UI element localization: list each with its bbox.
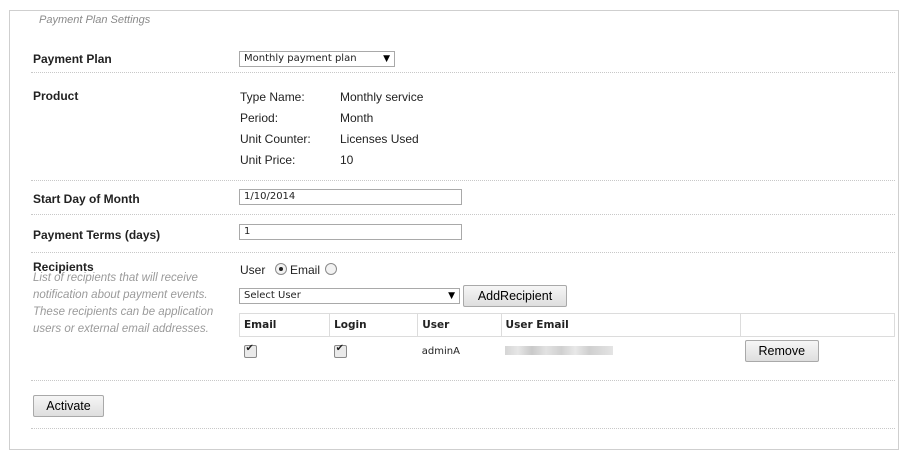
start-day-row: Start Day of Month 1/10/2014	[31, 180, 895, 215]
product-row: Product Type Name: Monthly service Perio…	[31, 82, 895, 181]
payment-plan-row: Payment Plan Monthly payment plan ▼	[31, 42, 895, 73]
col-actions-header	[740, 313, 895, 337]
product-unit-counter-key: Unit Counter:	[240, 132, 311, 146]
table-row: adminA Remove	[240, 337, 895, 366]
recipients-row: Recipients List of recipients that will …	[31, 252, 895, 381]
radio-email-label: Email	[290, 263, 321, 277]
add-recipient-button[interactable]: AddRecipient	[463, 285, 567, 307]
product-period-key: Period:	[240, 111, 279, 125]
table-header-row: Email Login User User Email	[238, 313, 895, 337]
recipients-table: Email Login User User Email adminA Remov…	[238, 313, 895, 366]
login-checkbox[interactable]	[333, 343, 347, 358]
product-type-name-key: Type Name:	[240, 90, 305, 104]
product-type-name-value: Monthly service	[340, 90, 424, 104]
email-checkbox[interactable]	[243, 343, 257, 358]
user-cell: adminA	[421, 345, 460, 357]
activate-row: Activate	[31, 380, 895, 429]
recipients-description: List of recipients that will receive not…	[33, 272, 214, 335]
product-period-value: Month	[340, 111, 374, 125]
email-checkbox-cell	[240, 337, 330, 366]
login-checkbox-cell	[330, 337, 418, 366]
remove-button[interactable]: Remove	[744, 340, 819, 362]
product-label: Product	[33, 89, 79, 103]
redacted-email	[505, 346, 614, 355]
product-unit-price-key: Unit Price:	[240, 153, 296, 167]
payment-plan-selected: Monthly payment plan	[244, 53, 357, 64]
col-user-email-header: User Email	[500, 313, 742, 337]
user-email-cell	[501, 337, 741, 366]
radio-email[interactable]	[325, 263, 337, 275]
payment-plan-select[interactable]: Monthly payment plan ▼	[239, 51, 395, 67]
payment-terms-label: Payment Terms (days)	[33, 228, 161, 242]
remove-cell: Remove	[741, 337, 895, 366]
select-user-dropdown[interactable]: Select User ▼	[239, 288, 460, 304]
payment-terms-row: Payment Terms (days) 1	[31, 214, 895, 253]
radio-user-label: User	[240, 263, 266, 277]
activate-button[interactable]: Activate	[33, 395, 104, 417]
payment-terms-input[interactable]: 1	[239, 224, 462, 240]
payment-plan-label: Payment Plan	[33, 52, 112, 66]
fieldset-legend: Payment Plan Settings	[36, 14, 154, 26]
col-user-header: User	[417, 313, 502, 337]
radio-user[interactable]	[275, 263, 287, 275]
chevron-down-icon: ▼	[383, 54, 390, 64]
product-unit-counter-value: Licenses Used	[340, 132, 419, 146]
col-login-header: Login	[329, 313, 419, 337]
col-email-header: Email	[238, 313, 331, 337]
chevron-down-icon: ▼	[448, 291, 455, 301]
start-day-input[interactable]: 1/10/2014	[239, 189, 462, 205]
product-unit-price-value: 10	[340, 153, 354, 167]
select-user-value: Select User	[244, 290, 301, 301]
start-day-label: Start Day of Month	[33, 192, 140, 206]
